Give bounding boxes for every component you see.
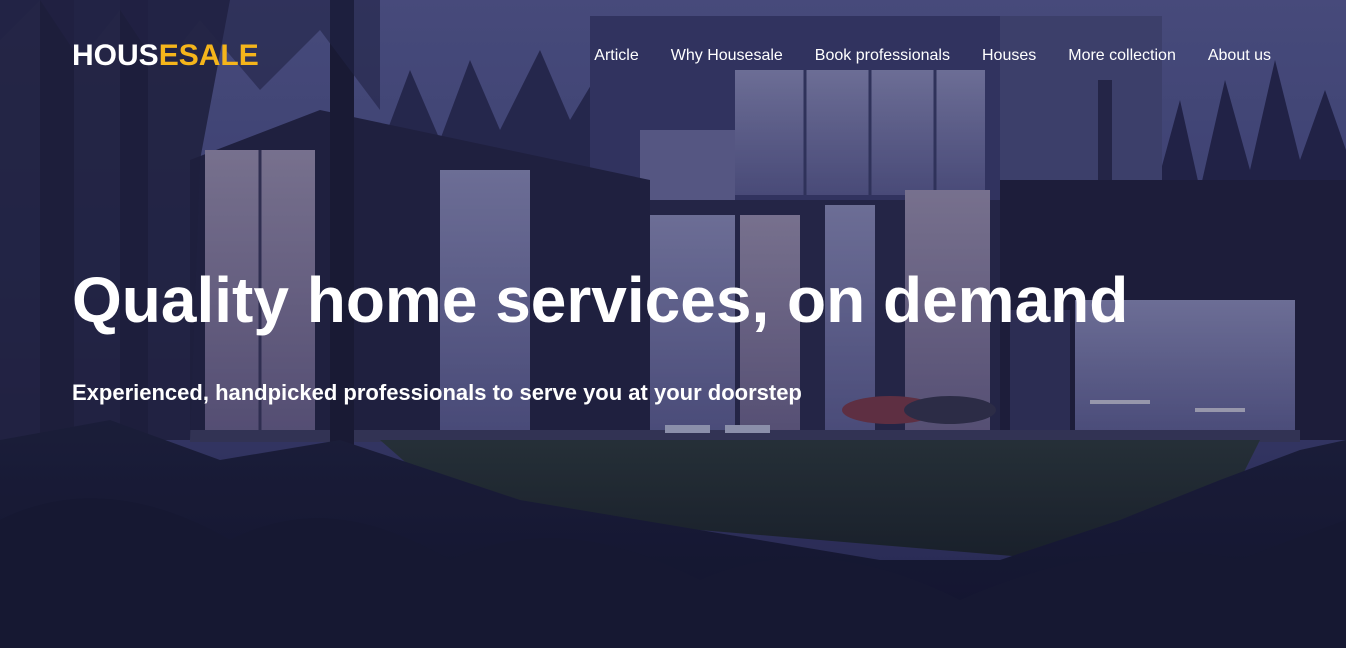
hero-subheadline: Experienced, handpicked professionals to… [72,380,802,405]
main-nav: Article Why Housesale Book professionals… [594,45,1271,67]
top-navbar: HOUSESALE Article Why Housesale Book pro… [0,0,1346,112]
hero-section: HOUSESALE Article Why Housesale Book pro… [0,0,1346,648]
logo-part-2: ESALE [158,39,259,72]
logo-part-1: HOUS [72,39,159,72]
hero-headline: Quality home services, on demand [72,264,1129,336]
nav-item-houses[interactable]: Houses [982,45,1036,67]
nav-item-more-collection[interactable]: More collection [1068,45,1176,67]
nav-item-article[interactable]: Article [594,45,638,67]
nav-item-why-housesale[interactable]: Why Housesale [671,45,783,67]
nav-item-about-us[interactable]: About us [1208,45,1271,67]
site-logo[interactable]: HOUSESALE [72,39,259,73]
nav-item-book-professionals[interactable]: Book professionals [815,45,950,67]
